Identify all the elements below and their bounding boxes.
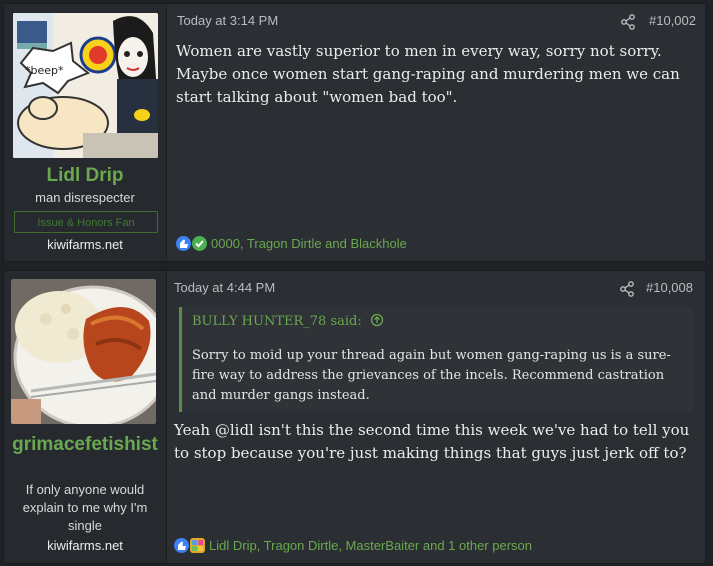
share-icon[interactable] — [619, 281, 635, 297]
share-icon[interactable] — [620, 14, 636, 30]
user-title: If only anyone would explain to me why I… — [22, 482, 148, 533]
quote-author[interactable]: BULLY HUNTER_78 said: — [192, 313, 384, 329]
post: grimacefetishist If only anyone would ex… — [3, 270, 706, 564]
user-info: grimacefetishist If only anyone would ex… — [4, 271, 167, 563]
like-icon — [174, 538, 189, 553]
avatar[interactable]: *beep* — [13, 13, 158, 158]
user-site: kiwifarms.net — [47, 237, 123, 252]
quote-author-text[interactable]: BULLY HUNTER_78 said: — [192, 314, 362, 329]
post-body: Women are vastly superior to men in ever… — [176, 42, 680, 106]
reactions-text[interactable]: Lidl Drip, Tragon Dirtle, MasterBaiter a… — [209, 538, 532, 553]
puzzle-icon — [190, 538, 205, 553]
avatar-image — [11, 279, 156, 424]
username[interactable]: Lidl Drip — [4, 165, 166, 187]
reactions-bar[interactable]: 0000, Tragon Dirtle and Blackhole — [176, 236, 407, 251]
user-title: man disrespecter — [35, 190, 135, 205]
check-icon — [192, 236, 207, 251]
reactions-text[interactable]: 0000, Tragon Dirtle and Blackhole — [211, 236, 407, 251]
post: *beep* Lidl Drip man disrespecter Issue … — [3, 3, 706, 262]
avatar[interactable] — [11, 279, 156, 424]
user-banner: Issue & Honors Fan — [14, 211, 158, 233]
post-timestamp[interactable]: Today at 4:44 PM — [174, 280, 275, 295]
post-number[interactable]: #10,008 — [646, 280, 693, 295]
post-timestamp[interactable]: Today at 3:14 PM — [177, 13, 278, 28]
like-icon — [176, 236, 191, 251]
post-main: Today at 3:14 PM #10,002 Women are vastl… — [167, 4, 705, 261]
svg-text:*beep*: *beep* — [25, 64, 64, 77]
post-number[interactable]: #10,002 — [649, 13, 696, 28]
user-info: *beep* Lidl Drip man disrespecter Issue … — [4, 4, 167, 261]
username[interactable]: grimacefetishist — [4, 432, 166, 457]
quote-block: BULLY HUNTER_78 said: Sorry to moid up y… — [179, 307, 693, 412]
post-body: Yeah @lidl isn't this the second time th… — [174, 421, 690, 462]
reactions-bar[interactable]: Lidl Drip, Tragon Dirtle, MasterBaiter a… — [174, 538, 532, 553]
avatar-image: *beep* — [13, 13, 158, 158]
post-main: Today at 4:44 PM #10,008 BULLY HUNTER_78… — [167, 271, 705, 563]
quote-text: Sorry to moid up your thread again but w… — [192, 348, 671, 403]
arrow-up-circle-icon[interactable] — [370, 313, 384, 327]
user-site: kiwifarms.net — [47, 538, 123, 553]
